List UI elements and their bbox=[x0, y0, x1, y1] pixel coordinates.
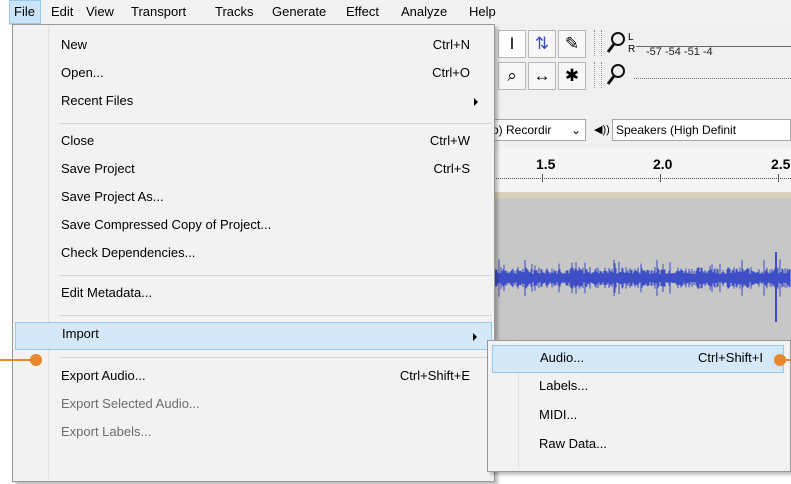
recording-device-select[interactable]: o) Recordir ⌄ bbox=[488, 119, 586, 141]
svg-text:L: L bbox=[628, 32, 634, 43]
callout-dot-import bbox=[30, 354, 42, 366]
chevron-down-icon: ⌄ bbox=[570, 123, 581, 137]
multi-tool-icon[interactable]: ✱ bbox=[558, 62, 586, 90]
callout-line-import bbox=[0, 359, 32, 361]
svg-text:R: R bbox=[628, 44, 635, 55]
menu-item-label: Edit Metadata... bbox=[61, 285, 153, 300]
toolbar-grip[interactable] bbox=[594, 62, 602, 88]
menu-item-label: Audio... bbox=[540, 350, 585, 365]
menu-item-import[interactable]: Import bbox=[15, 322, 492, 350]
menu-analyze[interactable]: Analyze bbox=[401, 0, 447, 24]
menu-item-new[interactable]: New Ctrl+N bbox=[15, 33, 492, 59]
menu-item-export-selected-audio[interactable]: Export Selected Audio... bbox=[15, 392, 492, 418]
menu-item-shortcut: Ctrl+W bbox=[429, 133, 470, 148]
timeline-label: 2.5 bbox=[771, 156, 791, 172]
file-menu: New Ctrl+N Open... Ctrl+O Recent Files C… bbox=[12, 24, 495, 482]
menu-item-label: New bbox=[61, 37, 88, 52]
draw-tool-icon[interactable]: ✎ bbox=[558, 30, 586, 58]
menu-item-label: MIDI... bbox=[539, 407, 578, 422]
menu-item-shortcut: Ctrl+Shift+I bbox=[697, 350, 763, 365]
menu-help[interactable]: Help bbox=[469, 0, 496, 24]
menu-item-label: Raw Data... bbox=[539, 436, 607, 451]
menu-item-label: Export Audio... bbox=[61, 368, 146, 383]
menu-item-export-labels[interactable]: Export Labels... bbox=[15, 420, 492, 446]
zoom-tool-icon[interactable]: ⌕ bbox=[498, 62, 526, 90]
menu-generate[interactable]: Generate bbox=[272, 0, 326, 24]
selection-tool-icon[interactable]: I bbox=[498, 30, 526, 58]
menu-item-open[interactable]: Open... Ctrl+O bbox=[15, 61, 492, 87]
menu-item-save-project[interactable]: Save Project Ctrl+S bbox=[15, 157, 492, 183]
menu-item-save-project-as[interactable]: Save Project As... bbox=[15, 185, 492, 211]
menu-item-shortcut: Ctrl+Shift+E bbox=[399, 368, 470, 383]
chevron-right-icon bbox=[474, 98, 478, 106]
callout-dot-audio bbox=[774, 354, 786, 366]
menu-item-shortcut: Ctrl+N bbox=[432, 37, 470, 52]
menu-item-label: Open... bbox=[61, 65, 104, 80]
submenu-item-labels[interactable]: Labels... bbox=[492, 377, 784, 405]
menu-separator bbox=[59, 123, 492, 124]
speaker-icon: ◀)) bbox=[594, 124, 610, 136]
playback-device-value: Speakers (High Definit bbox=[616, 123, 737, 137]
meter-scale: -57 -54 -51 -4 bbox=[646, 46, 713, 58]
menu-item-label: Labels... bbox=[539, 378, 589, 393]
toolbar-grip[interactable] bbox=[594, 30, 602, 56]
submenu-item-raw-data[interactable]: Raw Data... bbox=[492, 433, 784, 461]
menu-item-check-dependencies[interactable]: Check Dependencies... bbox=[15, 241, 492, 267]
menu-item-recent-files[interactable]: Recent Files bbox=[15, 89, 492, 115]
menu-separator bbox=[59, 357, 492, 358]
record-meter-mic-icon[interactable]: L R bbox=[606, 30, 650, 56]
import-submenu: Audio... Ctrl+Shift+I Labels... MIDI... … bbox=[487, 340, 791, 472]
menu-transport[interactable]: Transport bbox=[131, 0, 186, 24]
menu-item-shortcut: Ctrl+S bbox=[433, 161, 470, 176]
menu-item-edit-metadata[interactable]: Edit Metadata... bbox=[15, 281, 492, 307]
menu-item-label: Import bbox=[62, 326, 99, 341]
menu-item-label: Save Project bbox=[61, 161, 135, 176]
chevron-right-icon bbox=[473, 333, 477, 341]
menu-item-label: Export Selected Audio... bbox=[61, 396, 200, 411]
recording-device-value: o) Recordir bbox=[492, 123, 552, 137]
menu-item-label: Recent Files bbox=[61, 93, 134, 108]
waveform-path bbox=[488, 259, 791, 297]
menu-edit[interactable]: Edit bbox=[51, 0, 73, 24]
menu-view[interactable]: View bbox=[86, 0, 114, 24]
playback-meter-speaker-icon[interactable] bbox=[606, 62, 650, 88]
menu-item-label: Check Dependencies... bbox=[61, 245, 196, 260]
submenu-item-audio[interactable]: Audio... Ctrl+Shift+I bbox=[492, 345, 784, 373]
menu-separator bbox=[59, 275, 492, 276]
menu-item-label: Close bbox=[61, 133, 95, 148]
playback-device-select[interactable]: Speakers (High Definit bbox=[612, 119, 791, 141]
menu-item-label: Save Project As... bbox=[61, 189, 164, 204]
playback-meter-scale bbox=[634, 78, 791, 80]
menu-bar: File Edit View Transport Tracks Generate… bbox=[9, 0, 791, 25]
menu-effect[interactable]: Effect bbox=[346, 0, 379, 24]
menu-item-save-compressed-copy[interactable]: Save Compressed Copy of Project... bbox=[15, 213, 492, 239]
menu-separator bbox=[59, 315, 492, 316]
menu-item-label: Save Compressed Copy of Project... bbox=[61, 217, 272, 232]
menu-item-label: Export Labels... bbox=[61, 424, 152, 439]
menu-item-close[interactable]: Close Ctrl+W bbox=[15, 129, 492, 155]
timeline-ruler[interactable]: 1.5 2.0 2.5 bbox=[488, 148, 791, 193]
timeline-label: 1.5 bbox=[536, 156, 556, 172]
timeshift-tool-icon[interactable]: ↔ bbox=[528, 62, 556, 90]
envelope-tool-icon[interactable]: ⇅ bbox=[528, 30, 556, 58]
menu-item-shortcut: Ctrl+O bbox=[432, 65, 470, 80]
submenu-item-midi[interactable]: MIDI... bbox=[492, 405, 784, 433]
menu-tracks[interactable]: Tracks bbox=[215, 0, 254, 24]
timeline-label: 2.0 bbox=[653, 156, 673, 172]
menu-file[interactable]: File bbox=[9, 0, 41, 24]
ruler-minor-ticks bbox=[488, 178, 791, 180]
menu-item-export-audio[interactable]: Export Audio... Ctrl+Shift+E bbox=[15, 364, 492, 390]
